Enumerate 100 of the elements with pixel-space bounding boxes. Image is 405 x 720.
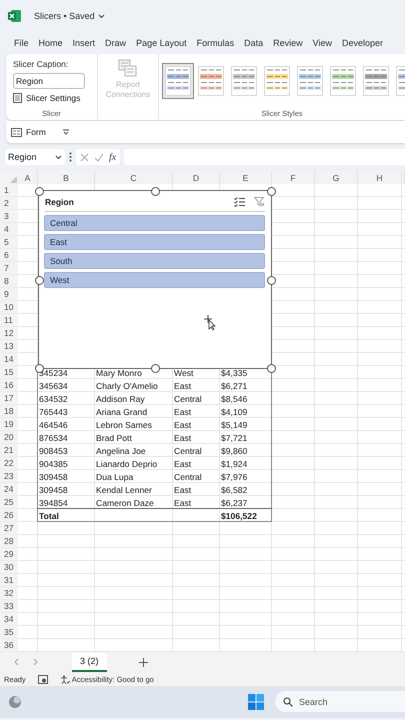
row-header[interactable]: 1 [0, 184, 18, 197]
form-icon [11, 128, 22, 136]
previous-sheet-icon[interactable] [14, 658, 19, 666]
ribbon-tab[interactable]: View [312, 38, 332, 48]
row-header[interactable]: 25 [0, 496, 18, 509]
column-header[interactable]: E [220, 171, 272, 184]
more-icon[interactable] [69, 152, 72, 162]
slicer-item[interactable]: South [44, 253, 265, 269]
row-header[interactable]: 26 [0, 509, 18, 522]
ribbon-tab[interactable]: Data [244, 38, 264, 48]
row-header[interactable]: 12 [0, 327, 18, 340]
next-sheet-icon[interactable] [33, 658, 38, 666]
resize-handle[interactable] [267, 364, 276, 373]
table-cell: $7,721 [221, 432, 248, 442]
row-header[interactable]: 23 [0, 470, 18, 483]
row-header[interactable]: 33 [0, 600, 18, 613]
row-header[interactable]: 3 [0, 210, 18, 223]
customize-dropdown-icon[interactable] [62, 129, 70, 135]
row-header[interactable]: 34 [0, 613, 18, 626]
row-header[interactable]: 8 [0, 275, 18, 288]
weather-icon[interactable] [8, 695, 22, 709]
table-cell: Brad Pott [96, 432, 132, 442]
row-header[interactable]: 17 [0, 392, 18, 405]
row-header[interactable]: 4 [0, 223, 18, 236]
table-cell: East [174, 432, 192, 442]
search-field[interactable]: Search [275, 691, 405, 712]
table-cell: $4,109 [221, 406, 248, 416]
row-header[interactable]: 30 [0, 561, 18, 574]
row-header[interactable]: 35 [0, 626, 18, 639]
column-header[interactable]: H [358, 171, 402, 184]
row-header[interactable]: 10 [0, 301, 18, 314]
enter-check-icon[interactable] [94, 152, 104, 162]
style-swatch[interactable] [228, 63, 260, 99]
ribbon-tab[interactable]: File [14, 38, 29, 48]
row-header[interactable]: 14 [0, 353, 18, 366]
ribbon-tab[interactable]: Page Layout [136, 38, 187, 48]
resize-handle[interactable] [151, 187, 160, 196]
row-header[interactable]: 15 [0, 366, 18, 379]
ribbon-tab[interactable]: Draw [105, 38, 126, 48]
row-header[interactable]: 6 [0, 249, 18, 262]
style-swatch[interactable] [162, 63, 194, 99]
macro-record-icon[interactable] [38, 674, 48, 684]
row-header[interactable]: 16 [0, 379, 18, 392]
row-header[interactable]: 24 [0, 483, 18, 496]
row-header[interactable]: 31 [0, 574, 18, 587]
row-header[interactable]: 13 [0, 340, 18, 353]
row-header[interactable]: 29 [0, 548, 18, 561]
form-button[interactable]: Form [26, 127, 46, 137]
row-header[interactable]: 27 [0, 522, 18, 535]
row-header[interactable]: 11 [0, 314, 18, 327]
style-swatch[interactable] [360, 63, 392, 99]
style-swatch[interactable] [327, 63, 359, 99]
style-swatch[interactable] [195, 63, 227, 99]
ribbon-tab[interactable]: Review [273, 38, 303, 48]
table-cell: 309458 [39, 484, 68, 494]
slicer-item[interactable]: West [44, 272, 265, 288]
resize-handle[interactable] [35, 187, 44, 196]
row-header[interactable]: 20 [0, 431, 18, 444]
row-header[interactable]: 21 [0, 444, 18, 457]
column-header[interactable]: B [38, 171, 95, 184]
multi-select-icon[interactable] [234, 197, 245, 207]
insert-function-button[interactable]: fx [109, 152, 116, 162]
slicer-item[interactable]: Central [44, 215, 265, 231]
caption-field[interactable]: Region [13, 73, 85, 89]
row-header[interactable]: 22 [0, 457, 18, 470]
ribbon-tab[interactable]: Developer [342, 38, 384, 48]
row-header[interactable]: 2 [0, 197, 18, 210]
column-header[interactable]: G [315, 171, 358, 184]
row-header[interactable]: 28 [0, 535, 18, 548]
name-box[interactable]: Region [5, 149, 65, 165]
resize-handle[interactable] [35, 276, 44, 284]
cancel-icon[interactable] [80, 152, 89, 162]
row-header[interactable]: 7 [0, 262, 18, 275]
row-header[interactable]: 19 [0, 418, 18, 431]
ribbon-tab[interactable]: Home [38, 38, 63, 48]
column-header[interactable]: F [272, 171, 315, 184]
resize-handle[interactable] [151, 364, 160, 373]
row-header[interactable]: 5 [0, 236, 18, 249]
row-header[interactable]: 32 [0, 587, 18, 600]
slicer-settings-button[interactable]: Slicer Settings [13, 93, 97, 103]
table-cell: East [174, 484, 192, 494]
row-header[interactable]: 36 [0, 639, 18, 652]
column-header[interactable]: D [173, 171, 220, 184]
row-header[interactable]: 9 [0, 288, 18, 301]
slicer-item[interactable]: East [44, 234, 265, 250]
window-title: Slicers • Saved [34, 11, 95, 21]
style-swatch[interactable] [294, 63, 326, 99]
sheet-tab[interactable]: 3 (2) [72, 652, 107, 672]
style-swatch[interactable] [261, 63, 293, 99]
start-icon[interactable] [248, 694, 264, 710]
ribbon-tab[interactable]: Insert [72, 38, 96, 48]
ribbon-tab[interactable]: Formulas [196, 38, 234, 48]
resize-handle[interactable] [267, 276, 276, 284]
add-sheet-icon[interactable] [138, 658, 148, 666]
chevron-icon[interactable] [98, 14, 105, 18]
row-header[interactable]: 18 [0, 405, 18, 418]
slicer-title: Region [45, 197, 74, 207]
column-header[interactable]: C [95, 171, 173, 184]
resize-handle[interactable] [267, 187, 276, 196]
column-header[interactable]: A [18, 171, 38, 184]
